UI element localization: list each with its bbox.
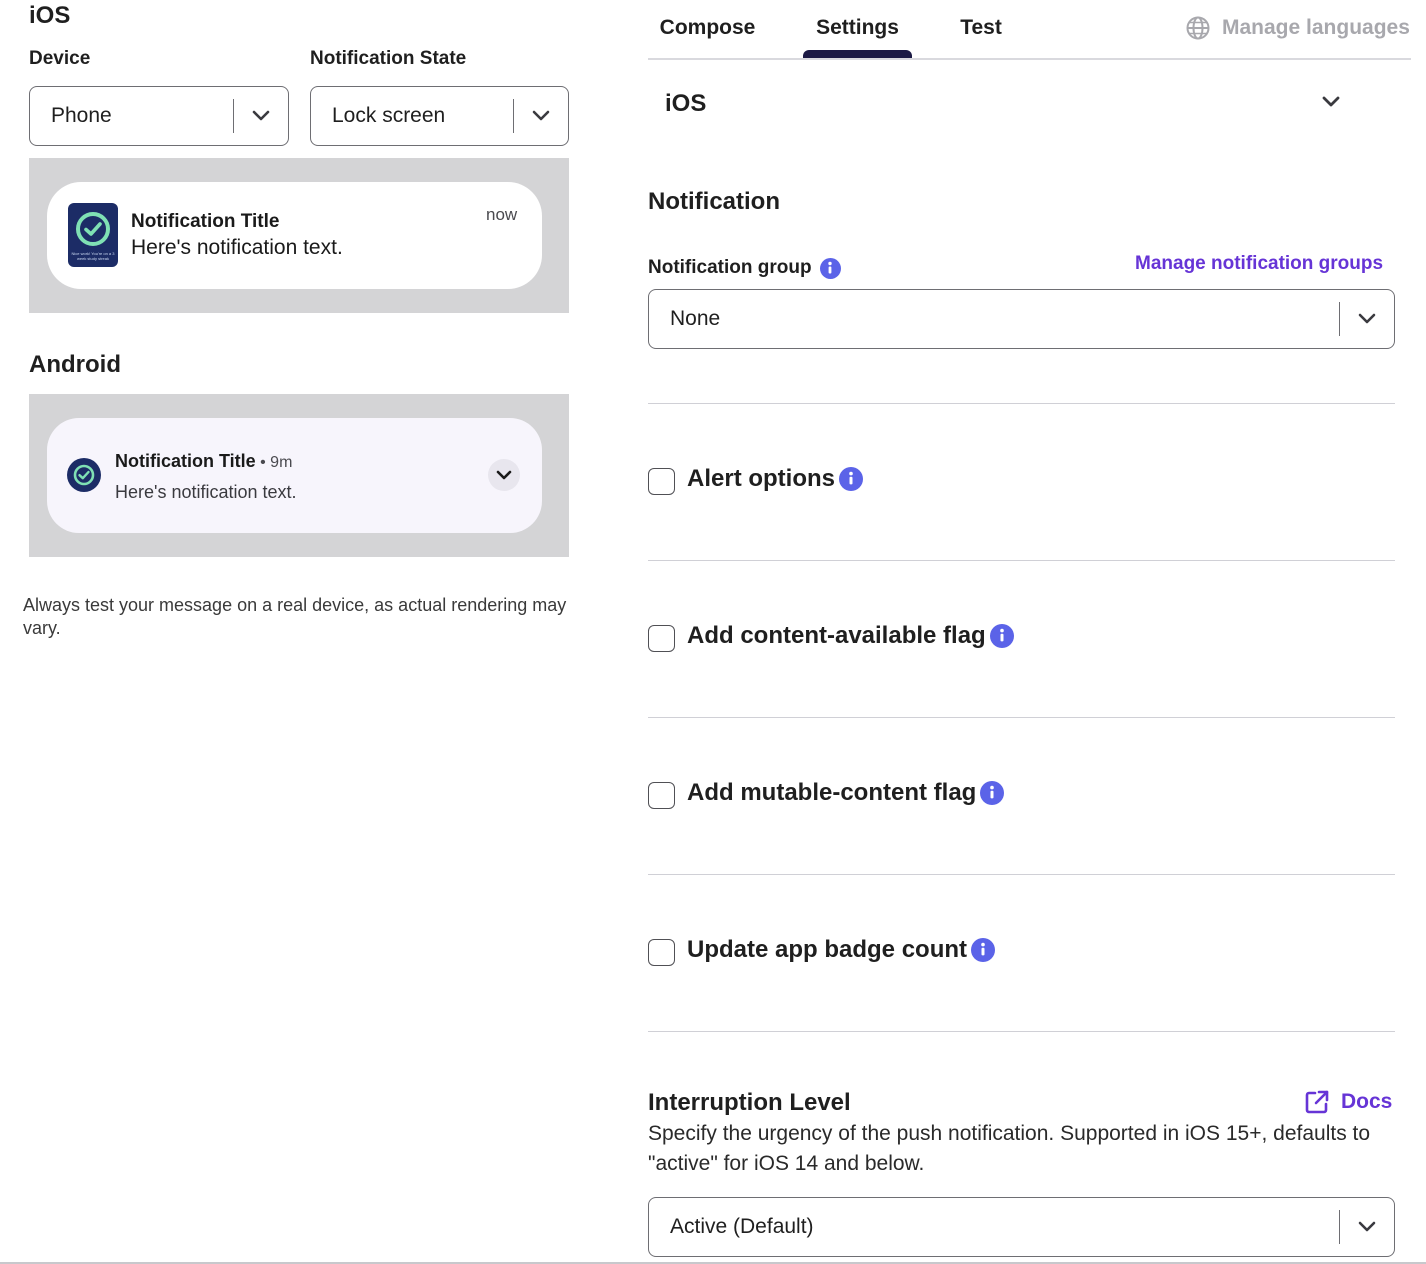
ios-section-title: iOS	[665, 90, 707, 117]
section-divider	[648, 1031, 1395, 1032]
globe-icon	[1186, 16, 1210, 40]
manage-languages-label: Manage languages	[1222, 16, 1410, 39]
tab-test[interactable]: Test	[944, 16, 1018, 40]
check-circle-icon	[73, 464, 95, 486]
chevron-down-icon	[514, 87, 568, 145]
android-notification-card: Notification Title • 9m Here's notificat…	[47, 418, 542, 533]
chevron-down-icon	[496, 470, 512, 480]
chevron-down-icon	[1322, 96, 1340, 107]
ios-preview-panel: Nice work! You're on a 3 week study stre…	[29, 158, 569, 313]
android-notification-title: Notification Title	[115, 451, 256, 471]
tab-compose[interactable]: Compose	[648, 16, 767, 40]
info-icon[interactable]	[839, 466, 863, 491]
mutable-content-row: Add mutable-content flag	[648, 776, 1005, 809]
info-icon[interactable]	[819, 257, 841, 279]
notification-state-select[interactable]: Lock screen	[310, 86, 569, 146]
chevron-down-icon	[1340, 1198, 1394, 1256]
content-available-row: Add content-available flag	[648, 619, 1014, 652]
android-notification-header: Notification Title • 9m	[115, 451, 292, 472]
section-divider	[648, 403, 1395, 404]
interruption-level-value: Active (Default)	[670, 1215, 814, 1238]
preview-disclaimer: Always test your message on a real devic…	[23, 595, 567, 638]
manage-notification-groups-link[interactable]: Manage notification groups	[1135, 253, 1383, 275]
alert-options-row: Alert options	[648, 462, 863, 495]
interruption-level-heading: Interruption Level	[648, 1089, 851, 1116]
tab-settings[interactable]: Settings	[803, 16, 912, 40]
section-divider	[648, 560, 1395, 561]
expand-button[interactable]	[488, 459, 520, 491]
android-notification-time: • 9m	[260, 454, 293, 471]
device-select-value: Phone	[51, 104, 112, 127]
ios-preview-heading: iOS	[29, 2, 71, 29]
android-preview-panel: Notification Title • 9m Here's notificat…	[29, 394, 569, 557]
section-divider	[648, 717, 1395, 718]
notification-state-value: Lock screen	[332, 104, 446, 127]
docs-link[interactable]: Docs	[1304, 1089, 1392, 1115]
info-icon[interactable]	[980, 780, 1005, 805]
notification-heading: Notification	[648, 188, 780, 215]
device-select[interactable]: Phone	[29, 86, 289, 146]
notification-group-label-row: Notification group	[648, 257, 841, 279]
ios-notification-card: Nice work! You're on a 3 week study stre…	[47, 182, 542, 289]
alert-options-checkbox[interactable]	[648, 468, 675, 495]
badge-count-checkbox[interactable]	[648, 939, 675, 966]
info-icon[interactable]	[989, 623, 1014, 648]
docs-link-label: Docs	[1341, 1090, 1393, 1113]
alert-options-label: Alert options	[687, 464, 835, 492]
section-divider	[648, 874, 1395, 875]
interruption-level-description: Specify the urgency of the push notifica…	[648, 1122, 1371, 1175]
chevron-down-icon	[1340, 290, 1394, 348]
info-icon[interactable]	[971, 937, 996, 962]
notification-group-label: Notification group	[648, 257, 812, 278]
device-label: Device	[29, 48, 91, 69]
app-icon	[67, 458, 101, 492]
content-available-checkbox[interactable]	[648, 625, 675, 652]
ios-section-header[interactable]: iOS	[648, 80, 1360, 128]
tabs-divider	[648, 58, 1411, 60]
notification-group-value: None	[670, 307, 721, 330]
android-notification-body: Here's notification text.	[115, 482, 297, 502]
notification-state-label: Notification State	[310, 48, 467, 69]
manage-languages-button[interactable]: Manage languages	[1185, 15, 1410, 41]
ios-notification-body: Here's notification text.	[131, 236, 343, 259]
external-link-icon	[1305, 1090, 1329, 1114]
app-icon-caption: Nice work! You're on a 3 week study stre…	[71, 251, 115, 261]
android-preview-heading: Android	[29, 351, 121, 378]
badge-count-row: Update app badge count	[648, 933, 996, 966]
interruption-level-select[interactable]: Active (Default)	[648, 1197, 1395, 1257]
badge-count-label: Update app badge count	[687, 935, 968, 963]
check-circle-icon	[76, 212, 110, 246]
active-tab-indicator	[803, 50, 912, 58]
ios-notification-title: Notification Title	[131, 211, 280, 232]
notification-group-select[interactable]: None	[648, 289, 1395, 349]
mutable-content-checkbox[interactable]	[648, 782, 675, 809]
content-available-label: Add content-available flag	[687, 621, 986, 649]
app-icon: Nice work! You're on a 3 week study stre…	[68, 203, 118, 267]
mutable-content-label: Add mutable-content flag	[687, 778, 977, 806]
chevron-down-icon	[234, 87, 288, 145]
ios-notification-time: now	[486, 205, 518, 224]
